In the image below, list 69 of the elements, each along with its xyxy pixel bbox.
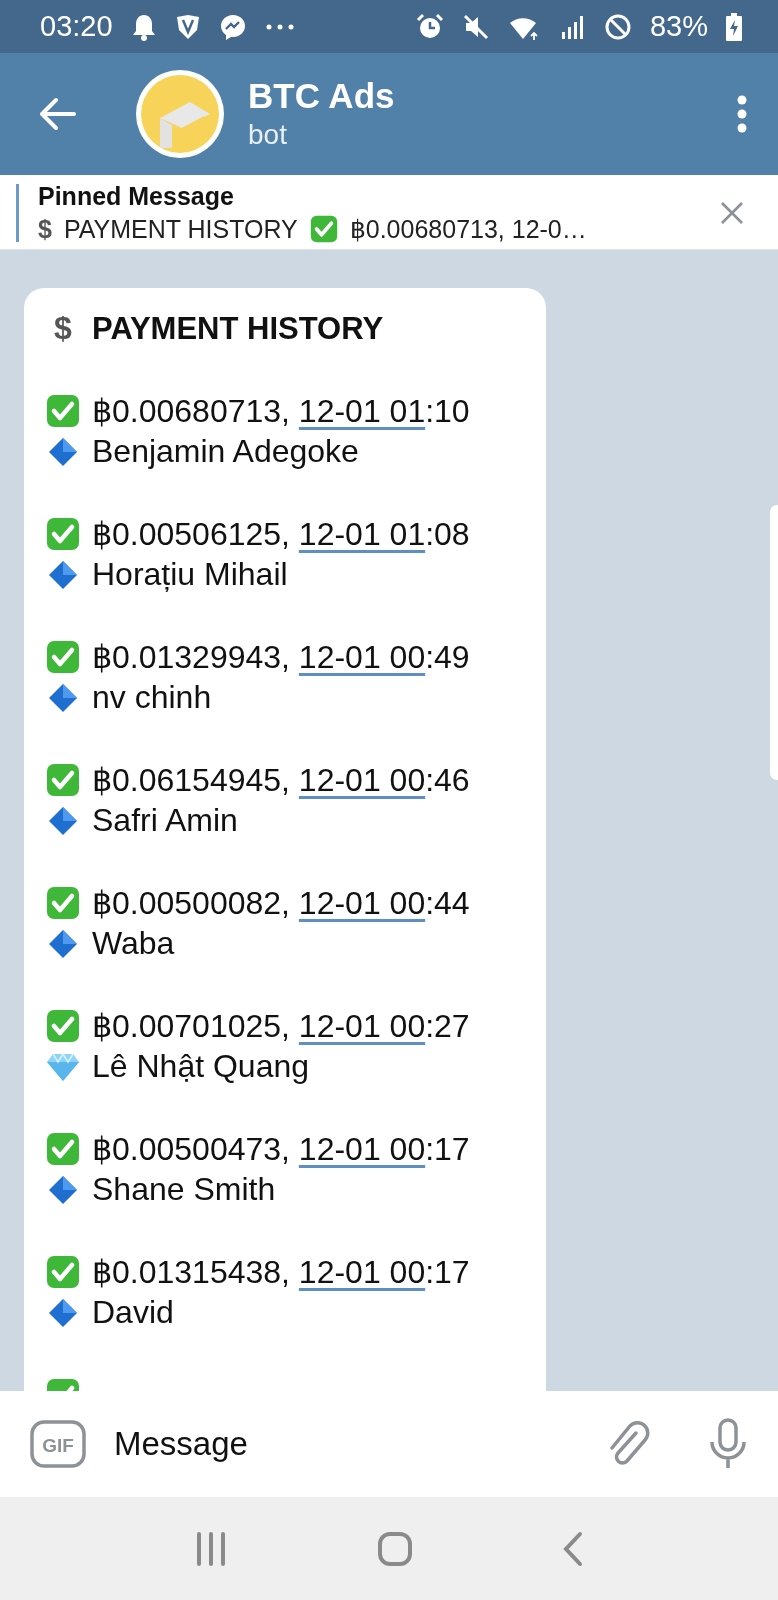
message-input[interactable]: Message: [114, 1425, 578, 1463]
date-link[interactable]: 12-01 00: [298, 884, 426, 921]
check-mark-icon: [46, 1254, 80, 1289]
payment-line: ฿0.00701025, 12-01 00:27: [92, 1006, 470, 1045]
battery-charging-icon: [726, 12, 742, 41]
diamond-icon: [48, 805, 78, 836]
payer-name: Benjamin Adegoke: [92, 433, 359, 470]
date-link[interactable]: 12-01 00: [298, 638, 426, 675]
check-mark-icon: [46, 393, 80, 428]
diamond-icon: [48, 1174, 78, 1205]
date-link[interactable]: 12-01 00: [298, 761, 426, 798]
check-mark-icon: [46, 639, 80, 674]
payer-name: Shane Smith: [92, 1171, 276, 1208]
pinned-preview: ฿0.00680713, 12-0…: [349, 214, 587, 245]
date-link[interactable]: 12-01 00: [298, 1130, 426, 1167]
payer-name: David: [92, 1294, 174, 1331]
check-mark-icon: [46, 1131, 80, 1166]
blocked-icon: [603, 12, 632, 41]
check-mark-icon: [46, 762, 80, 797]
chat-title: BTC Ads: [248, 75, 396, 117]
close-button[interactable]: [720, 201, 744, 225]
payment-line: ฿0.00500473, 12-01 00:17: [92, 1129, 470, 1168]
microphone-button[interactable]: [708, 1418, 748, 1470]
signal-icon: [559, 13, 586, 40]
shield-icon: [174, 13, 201, 40]
dollar-sign: $: [38, 214, 52, 245]
chat-bubble-icon: [218, 12, 247, 41]
date-link[interactable]: 12-01 01: [298, 392, 426, 429]
menu-button[interactable]: [736, 95, 748, 133]
dollar-sign: $: [53, 310, 73, 347]
bot-avatar[interactable]: [134, 68, 226, 160]
payment-line: ฿0.00680713, 12-01 01:10: [92, 391, 470, 430]
payment-line: ฿0.01315438, 12-01 00:17: [92, 1252, 470, 1291]
clock-time: 03:20: [40, 10, 113, 43]
bell-icon: [130, 12, 157, 41]
payment-line: ฿0.06154945, 12-01 00:46: [92, 760, 470, 799]
diamond-icon: [48, 928, 78, 959]
more-dots-icon: [264, 22, 295, 31]
home-button[interactable]: [377, 1530, 413, 1567]
check-mark-icon: [309, 215, 338, 243]
payer-name: Lê Nhật Quang: [92, 1048, 310, 1085]
payer-name: Waba: [92, 925, 175, 962]
diamond-icon: [48, 682, 78, 713]
diamond-icon: [48, 436, 78, 467]
payment-line: ฿0.01329943, 12-01 00:49: [92, 637, 470, 676]
date-link[interactable]: 12-01 00: [298, 1007, 426, 1044]
pinned-label: Pinned Message: [38, 181, 235, 212]
date-link[interactable]: 12-01 00: [298, 1253, 426, 1290]
message-heading: PAYMENT HISTORY: [92, 310, 384, 347]
payment-line: ฿0.00500082, 12-01 00:44: [92, 883, 470, 922]
payer-name: nv chinh: [92, 679, 212, 716]
mute-icon: [461, 12, 490, 41]
date-link[interactable]: 12-01 01: [298, 515, 426, 552]
payer-name: Horațiu Mihail: [92, 556, 288, 593]
payer-name: Safri Amin: [92, 802, 238, 839]
check-mark-icon: [46, 885, 80, 920]
pinned-message[interactable]: Pinned Message $ PAYMENT HISTORY ฿0.00680713, 12-0…: [38, 180, 720, 246]
diamond-icon: [48, 1297, 78, 1328]
battery-percent: 83%: [649, 10, 708, 43]
check-mark-icon: [46, 516, 80, 551]
payment-line: ฿0.00506125, 12-01 01:08: [92, 514, 470, 553]
back-nav-button[interactable]: [561, 1530, 584, 1567]
pinned-title: PAYMENT HISTORY: [63, 214, 298, 245]
gem-icon: [46, 1051, 80, 1082]
check-mark-icon: [46, 1008, 80, 1043]
chat-subtitle: bot: [248, 118, 288, 152]
back-button[interactable]: [38, 96, 78, 132]
diamond-icon: [48, 559, 78, 590]
alarm-clock-icon: [415, 12, 444, 41]
